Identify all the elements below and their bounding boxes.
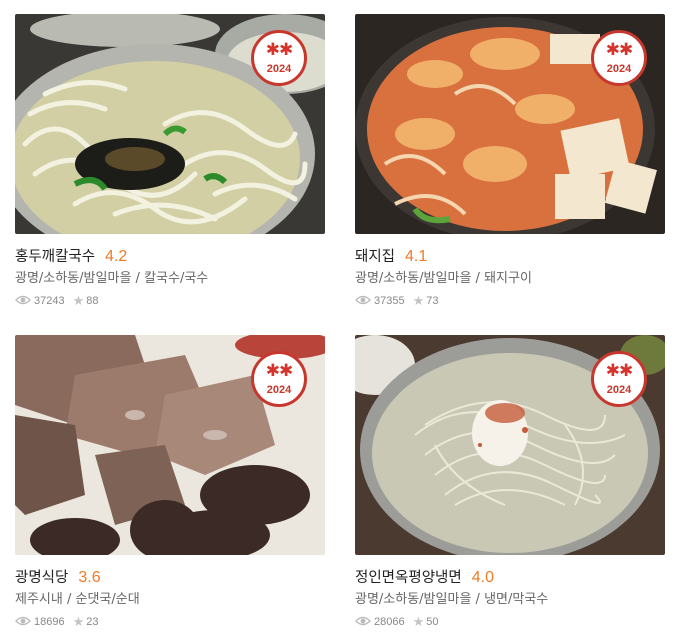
restaurant-score: 3.6 (78, 569, 101, 586)
like-count: 23 (86, 616, 99, 628)
restaurant-meta: 제주시내 / 순댓국/순대 (15, 591, 325, 609)
meta-separator: / (62, 592, 76, 607)
star-icon: ★ (72, 614, 85, 629)
restaurant-meta: 광명/소하동/밤일마을 / 냉면/막국수 (355, 591, 665, 609)
like-count: 50 (426, 616, 439, 628)
award-badge: ✱✱ 2024 (251, 351, 307, 407)
restaurant-cuisine: 냉면/막국수 (484, 592, 549, 607)
restaurant-region: 광명/소하동/밤일마을 (355, 592, 472, 607)
badge-year: 2024 (606, 384, 632, 396)
badge-stars: ✱✱ (605, 361, 634, 381)
like-count: 88 (86, 295, 99, 307)
title-row: 돼지집 4.1 (355, 245, 665, 267)
restaurant-photo[interactable]: ✱✱ 2024 (15, 335, 325, 555)
restaurant-cuisine: 칼국수/국수 (144, 271, 209, 286)
restaurant-card[interactable]: ✱✱ 2024 돼지집 4.1 광명/소하동/밤일마을 / 돼지구이 37355… (355, 14, 665, 309)
title-row: 홍두깨칼국수 4.2 (15, 245, 325, 267)
restaurant-meta: 광명/소하동/밤일마을 / 돼지구이 (355, 270, 665, 288)
restaurant-grid: ✱✱ 2024 홍두깨칼국수 4.2 광명/소하동/밤일마을 / 칼국수/국수 … (0, 0, 689, 643)
restaurant-card[interactable]: ✱✱ 2024 홍두깨칼국수 4.2 광명/소하동/밤일마을 / 칼국수/국수 … (15, 14, 325, 309)
restaurant-card[interactable]: ✱✱ 2024 정인면옥평양냉면 4.0 광명/소하동/밤일마을 / 냉면/막국… (355, 335, 665, 630)
badge-year: 2024 (266, 63, 292, 75)
restaurant-photo[interactable]: ✱✱ 2024 (355, 335, 665, 555)
view-count: 28066 (374, 616, 405, 628)
view-count: 37355 (374, 295, 405, 307)
restaurant-region: 광명/소하동/밤일마을 (355, 271, 472, 286)
view-count: 18696 (34, 616, 65, 628)
meta-separator: / (131, 271, 145, 286)
award-badge: ✱✱ 2024 (251, 30, 307, 86)
restaurant-region: 제주시내 (15, 592, 63, 607)
restaurant-cuisine: 돼지구이 (484, 271, 532, 286)
badge-year: 2024 (266, 384, 292, 396)
restaurant-name[interactable]: 돼지집 (355, 245, 395, 266)
restaurant-score: 4.1 (405, 248, 428, 265)
restaurant-stats: 28066 ★ 50 (355, 614, 665, 630)
star-icon: ★ (72, 293, 85, 308)
restaurant-photo[interactable]: ✱✱ 2024 (355, 14, 665, 234)
restaurant-stats: 37355 ★ 73 (355, 293, 665, 309)
like-count: 73 (426, 295, 439, 307)
restaurant-region: 광명/소하동/밤일마을 (15, 271, 132, 286)
restaurant-name[interactable]: 홍두깨칼국수 (15, 245, 95, 266)
eye-icon (15, 616, 31, 629)
award-badge: ✱✱ 2024 (591, 30, 647, 86)
eye-icon (355, 295, 371, 308)
badge-stars: ✱✱ (265, 40, 294, 60)
restaurant-photo[interactable]: ✱✱ 2024 (15, 14, 325, 234)
restaurant-name[interactable]: 광명식당 (15, 566, 68, 587)
eye-icon (15, 295, 31, 308)
restaurant-score: 4.0 (471, 569, 494, 586)
badge-stars: ✱✱ (265, 361, 294, 381)
restaurant-cuisine: 순댓국/순대 (75, 592, 140, 607)
award-badge: ✱✱ 2024 (591, 351, 647, 407)
title-row: 정인면옥평양냉면 4.0 (355, 566, 665, 588)
restaurant-meta: 광명/소하동/밤일마을 / 칼국수/국수 (15, 270, 325, 288)
restaurant-card[interactable]: ✱✱ 2024 광명식당 3.6 제주시내 / 순댓국/순대 18696 ★ 2… (15, 335, 325, 630)
restaurant-stats: 18696 ★ 23 (15, 614, 325, 630)
restaurant-name[interactable]: 정인면옥평양냉면 (355, 566, 462, 587)
view-count: 37243 (34, 295, 65, 307)
star-icon: ★ (412, 614, 425, 629)
badge-year: 2024 (606, 63, 632, 75)
title-row: 광명식당 3.6 (15, 566, 325, 588)
restaurant-score: 4.2 (105, 248, 128, 265)
star-icon: ★ (412, 293, 425, 308)
meta-separator: / (471, 592, 485, 607)
meta-separator: / (471, 271, 485, 286)
restaurant-stats: 37243 ★ 88 (15, 293, 325, 309)
eye-icon (355, 616, 371, 629)
badge-stars: ✱✱ (605, 40, 634, 60)
